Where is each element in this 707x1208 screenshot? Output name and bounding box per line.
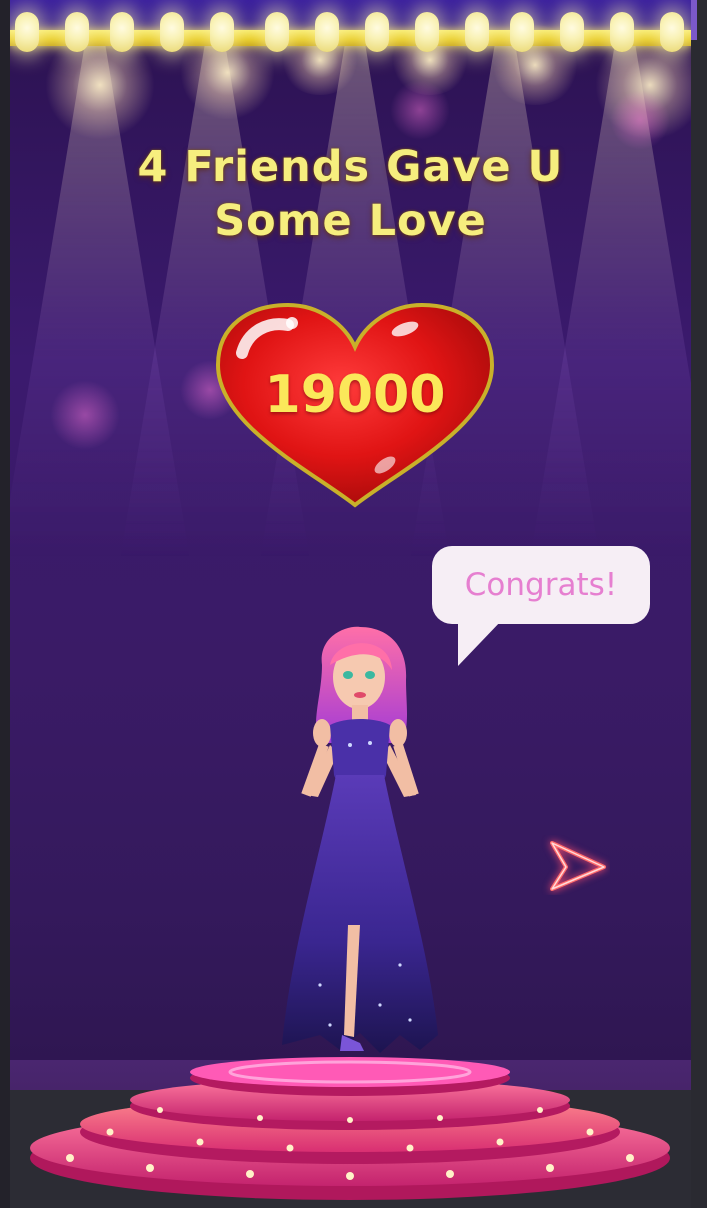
bulb-icon [560,12,584,52]
window-accent [691,0,697,40]
bulb-icon [110,12,134,52]
bulb-icon [210,12,234,52]
bulb-icon [610,12,634,52]
bokeh-light [390,80,450,140]
bulb-icon [160,12,184,52]
arrow-right-icon[interactable] [540,835,610,895]
bulb-icon [15,12,39,52]
speech-bubble: Congrats! [432,546,650,624]
bulb-icon [465,12,489,52]
speech-bubble-tail [458,620,502,666]
character-avatar [282,626,438,1053]
reward-title: 4 Friends Gave U Some Love [10,140,691,248]
reward-title-line1: 4 Friends Gave U [137,142,564,192]
reward-heart: 19000 [200,295,510,520]
speech-bubble-text: Congrats! [464,567,618,603]
bokeh-light [50,380,120,450]
stage-podium [30,1057,670,1200]
reward-title-line2: Some Love [214,196,487,246]
bulb-icon [65,12,89,52]
game-screen: 4 Friends Gave U Some Love 19000 Congrat… [10,0,691,1208]
reward-value: 19000 [264,365,446,425]
bulb-icon [415,12,439,52]
bulb-icon [265,12,289,52]
bulb-icon [660,12,684,52]
bulb-icon [510,12,534,52]
bulb-icon [365,12,389,52]
light-glow [45,30,155,140]
window-edge [691,0,707,1208]
bulb-icon [315,12,339,52]
